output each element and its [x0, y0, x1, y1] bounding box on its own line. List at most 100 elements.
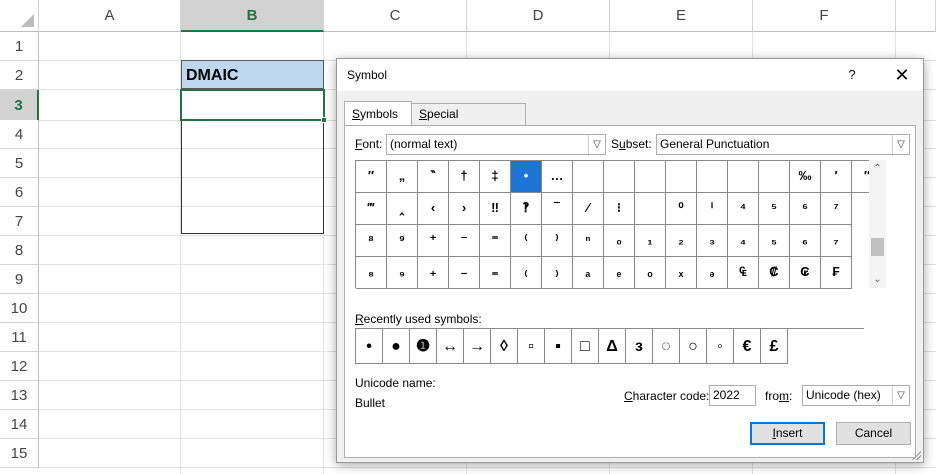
row-header-3[interactable]: 3: [0, 90, 39, 121]
symbol-cell[interactable]: [635, 161, 666, 193]
recent-symbol[interactable]: ○: [680, 329, 707, 364]
row-header-11[interactable]: 11: [0, 323, 39, 352]
symbol-cell[interactable]: ₠: [728, 257, 759, 289]
row-header-15[interactable]: 15: [0, 439, 39, 468]
recent-symbol[interactable]: Δ: [599, 329, 626, 364]
symbol-cell[interactable]: ₉: [387, 257, 418, 289]
symbol-cell[interactable]: [604, 161, 635, 193]
tab-special-characters[interactable]: Special Characters: [411, 103, 526, 141]
recent-symbol[interactable]: ↔: [437, 329, 464, 364]
recent-symbol[interactable]: ▪: [545, 329, 572, 364]
symbol-cell[interactable]: ›: [449, 193, 480, 225]
symbol-cell[interactable]: ₓ: [666, 257, 697, 289]
active-cell-b3[interactable]: [180, 89, 327, 123]
font-select[interactable]: (normal text) ▽: [386, 134, 606, 155]
symbol-cell[interactable]: ‰: [790, 161, 821, 193]
from-select[interactable]: Unicode (hex) ▽: [802, 385, 910, 406]
recent-symbol[interactable]: □: [572, 329, 599, 364]
symbol-cell[interactable]: ⁸: [356, 225, 387, 257]
recent-symbol[interactable]: ◦: [707, 329, 734, 364]
symbol-cell[interactable]: ₒ: [635, 257, 666, 289]
symbol-cell[interactable]: †: [449, 161, 480, 193]
symbol-cell[interactable]: •: [511, 161, 542, 193]
recent-symbol[interactable]: з: [626, 329, 653, 364]
scroll-down-icon[interactable]: ⌄: [869, 271, 886, 288]
help-button[interactable]: ?: [842, 64, 862, 86]
symbol-cell[interactable]: ⁿ: [573, 225, 604, 257]
symbol-cell[interactable]: ₄: [728, 225, 759, 257]
row-header-12[interactable]: 12: [0, 352, 39, 381]
symbol-cell[interactable]: ₀: [604, 225, 635, 257]
symbol-cell[interactable]: …: [542, 161, 573, 193]
select-all-corner[interactable]: [0, 0, 39, 32]
symbol-cell[interactable]: ‼: [480, 193, 511, 225]
symbol-cell[interactable]: ₐ: [573, 257, 604, 289]
row-header-13[interactable]: 13: [0, 381, 39, 410]
symbol-cell[interactable]: ‸: [387, 193, 418, 225]
cell-b2[interactable]: DMAIC: [181, 60, 324, 89]
column-header-f[interactable]: F: [753, 0, 896, 32]
symbol-cell[interactable]: ⁱ: [697, 193, 728, 225]
recent-symbol[interactable]: ◊: [491, 329, 518, 364]
symbol-cell[interactable]: ₍: [511, 257, 542, 289]
symbol-cell[interactable]: ‴: [356, 193, 387, 225]
dialog-titlebar[interactable]: Symbol ? ✕: [337, 59, 923, 91]
symbol-cell[interactable]: ₡: [759, 257, 790, 289]
recent-symbol[interactable]: ●: [383, 329, 410, 364]
character-code-input[interactable]: 2022: [709, 385, 756, 406]
symbol-cell[interactable]: „: [387, 161, 418, 193]
column-header-d[interactable]: D: [467, 0, 610, 32]
symbol-cell[interactable]: [759, 161, 790, 193]
symbol-cell[interactable]: ⁶: [790, 193, 821, 225]
symbol-cell[interactable]: ⁄: [573, 193, 604, 225]
symbol-cell[interactable]: ‶: [418, 161, 449, 193]
recent-symbol[interactable]: ▫: [518, 329, 545, 364]
row-header-1[interactable]: 1: [0, 32, 39, 61]
symbol-cell[interactable]: ⁽: [511, 225, 542, 257]
symbol-cell[interactable]: ‹: [418, 193, 449, 225]
symbol-cell[interactable]: ₋: [449, 257, 480, 289]
row-header-14[interactable]: 14: [0, 410, 39, 439]
symbol-cell[interactable]: ⁵: [759, 193, 790, 225]
fill-handle[interactable]: [321, 117, 327, 123]
character-grid-scrollbar[interactable]: ⌃ ⌄: [869, 160, 886, 288]
symbol-cell[interactable]: ‡: [480, 161, 511, 193]
symbol-cell[interactable]: ₔ: [697, 257, 728, 289]
symbol-cell[interactable]: ′: [821, 161, 852, 193]
row-header-8[interactable]: 8: [0, 236, 39, 265]
column-header-e[interactable]: E: [610, 0, 753, 32]
symbol-cell[interactable]: ⁝: [604, 193, 635, 225]
character-grid[interactable]: ″ „ ‶ † ‡ •… ‰ ′ ″ ‴ ‸ ‹ › ‼ ‽ ‾ ⁄ ⁝ ⁰ ⁱ ⁴ ⁵ ⁶ ⁷ ⁸ ⁹ ⁺ ⁻ ⁼ ⁽ ⁾ ⁿ ₀ ₁ ₂ ₃ ₄ ₅ ₆…: [355, 160, 883, 289]
row-header-5[interactable]: 5: [0, 149, 39, 178]
symbol-cell[interactable]: ⁾: [542, 225, 573, 257]
symbol-cell[interactable]: ⁻: [449, 225, 480, 257]
recent-symbol[interactable]: ❶: [410, 329, 437, 364]
symbol-cell[interactable]: ₅: [759, 225, 790, 257]
symbol-cell[interactable]: ₑ: [604, 257, 635, 289]
symbol-cell[interactable]: [728, 161, 759, 193]
symbol-cell[interactable]: ⁰: [666, 193, 697, 225]
symbol-cell[interactable]: ₃: [697, 225, 728, 257]
symbol-cell[interactable]: ″: [356, 161, 387, 193]
symbol-cell[interactable]: ₆: [790, 225, 821, 257]
symbol-cell[interactable]: ₌: [480, 257, 511, 289]
row-header-7[interactable]: 7: [0, 207, 39, 236]
column-header-a[interactable]: A: [39, 0, 181, 32]
subset-select[interactable]: General Punctuation ▽: [656, 134, 910, 155]
symbol-cell[interactable]: ₂: [666, 225, 697, 257]
row-header-10[interactable]: 10: [0, 294, 39, 323]
symbol-cell[interactable]: ₣: [821, 257, 852, 289]
symbol-cell[interactable]: ‽: [511, 193, 542, 225]
recent-symbol[interactable]: £: [761, 329, 788, 364]
insert-button[interactable]: Insert: [750, 422, 825, 445]
symbol-cell[interactable]: [666, 161, 697, 193]
column-header-b[interactable]: B: [181, 0, 324, 32]
symbol-cell[interactable]: ⁺: [418, 225, 449, 257]
close-button[interactable]: ✕: [889, 62, 915, 88]
symbol-cell[interactable]: [573, 161, 604, 193]
symbol-cell[interactable]: ₊: [418, 257, 449, 289]
symbol-cell[interactable]: ₎: [542, 257, 573, 289]
row-header-6[interactable]: 6: [0, 178, 39, 207]
scroll-up-icon[interactable]: ⌃: [869, 160, 886, 177]
symbol-cell[interactable]: ₁: [635, 225, 666, 257]
